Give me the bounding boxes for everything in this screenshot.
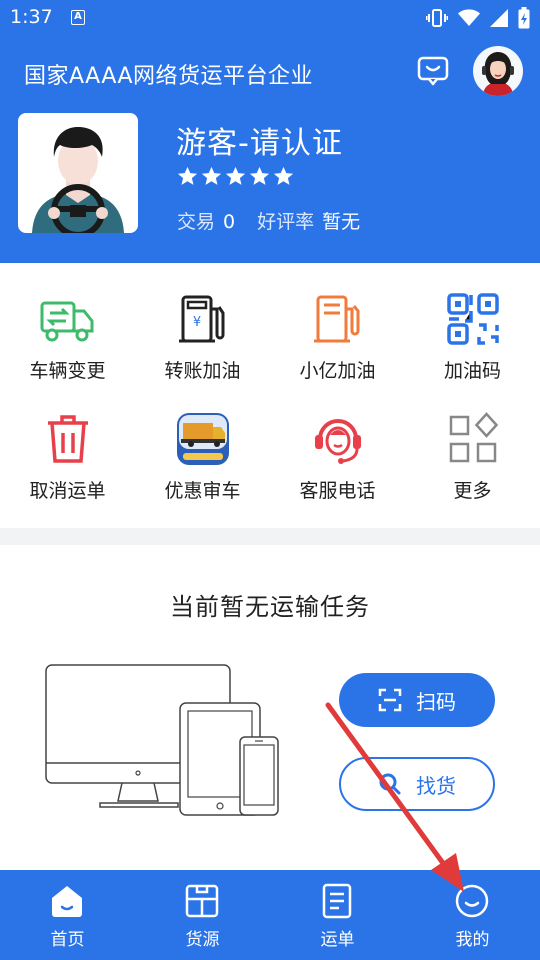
battery-charging-icon xyxy=(518,7,530,29)
nav-label: 货源 xyxy=(185,930,220,950)
grid-item-xiaoyi-fuel[interactable]: 小亿加油 xyxy=(270,263,405,383)
user-stats: 交易 0 好评率 暂无 xyxy=(177,207,360,234)
profile-header: 国家AAAA网络货运平台企业 游客-请认证 交易 0 好评率 暂无 xyxy=(0,36,540,263)
grid-label: 更多 xyxy=(453,480,492,502)
vibrate-icon xyxy=(426,9,448,27)
truck-inspection-icon xyxy=(177,413,229,465)
trash-icon xyxy=(48,415,88,463)
star-icon xyxy=(201,166,222,185)
search-icon xyxy=(379,773,401,795)
home-icon xyxy=(52,886,82,917)
fuel-pump-icon xyxy=(314,295,360,343)
function-grid: 车辆变更 ¥ 转账加油 小亿加油 加油码 取消运单 优惠审车 客服电话 更多 xyxy=(0,263,540,528)
grid-label: 加油码 xyxy=(443,360,501,382)
woman-avatar-icon xyxy=(482,52,514,96)
grid-item-customer-service[interactable]: 客服电话 xyxy=(270,383,405,503)
grid-label: 客服电话 xyxy=(299,480,376,502)
cargo-source-icon xyxy=(185,884,219,918)
grid-label: 转账加油 xyxy=(164,360,241,382)
nav-label: 我的 xyxy=(455,930,490,950)
nav-label: 运单 xyxy=(320,930,355,950)
driver-illustration-icon xyxy=(32,127,124,233)
nav-waybill[interactable]: 运单 xyxy=(270,870,405,960)
support-avatar[interactable] xyxy=(473,46,523,96)
a-notification-icon: A xyxy=(71,10,85,25)
task-panel: 当前暂无运输任务 扫码 找货 xyxy=(0,545,540,870)
grid-item-fuel-code[interactable]: 加油码 xyxy=(405,263,540,383)
fuel-pump-yuan-icon: ¥ xyxy=(179,295,225,343)
grid-label: 取消运单 xyxy=(29,480,106,502)
status-icons xyxy=(426,7,530,29)
rating-stars xyxy=(177,166,294,187)
scan-button[interactable]: 扫码 xyxy=(339,673,495,727)
scan-icon xyxy=(378,688,402,712)
trade-label: 交易 xyxy=(177,211,216,233)
grid-item-more[interactable]: 更多 xyxy=(405,383,540,503)
grid-item-vehicle-change[interactable]: 车辆变更 xyxy=(0,263,135,383)
status-bar: 1:37 A xyxy=(0,0,540,36)
message-button[interactable] xyxy=(416,54,450,88)
grid-label: 小亿加油 xyxy=(299,360,376,382)
chat-message-icon xyxy=(417,56,449,86)
star-icon xyxy=(273,166,294,185)
star-icon xyxy=(177,166,198,185)
grid-label: 车辆变更 xyxy=(29,360,106,382)
headset-agent-icon xyxy=(315,419,361,464)
app-title: 国家AAAA网络货运平台企业 xyxy=(24,64,314,89)
star-icon xyxy=(249,166,270,185)
more-apps-icon xyxy=(449,412,499,463)
empty-task-title: 当前暂无运输任务 xyxy=(170,593,370,621)
star-icon xyxy=(225,166,246,185)
waybill-icon xyxy=(322,883,352,919)
driver-avatar[interactable] xyxy=(18,113,138,233)
nav-home[interactable]: 首页 xyxy=(0,870,135,960)
find-label: 找货 xyxy=(416,773,456,798)
devices-illustration xyxy=(45,664,279,816)
find-cargo-button[interactable]: 找货 xyxy=(339,757,495,811)
rating-label: 好评率 xyxy=(257,211,315,233)
svg-text:¥: ¥ xyxy=(193,315,201,330)
nav-mine[interactable]: 我的 xyxy=(405,870,540,960)
nav-cargo-source[interactable]: 货源 xyxy=(135,870,270,960)
user-name[interactable]: 游客-请认证 xyxy=(176,118,343,162)
trade-value: 0 xyxy=(223,211,236,233)
truck-swap-icon xyxy=(40,301,94,342)
grid-item-cancel-waybill[interactable]: 取消运单 xyxy=(0,383,135,503)
profile-smile-icon xyxy=(455,884,489,918)
nav-label: 首页 xyxy=(50,930,85,950)
status-time: 1:37 xyxy=(10,6,53,28)
rating-value: 暂无 xyxy=(322,211,361,233)
grid-label: 优惠审车 xyxy=(164,480,241,502)
scan-label: 扫码 xyxy=(416,689,456,714)
grid-item-transfer-fuel[interactable]: ¥ 转账加油 xyxy=(135,263,270,383)
bottom-nav: 首页 货源 运单 我的 xyxy=(0,870,540,960)
wifi-icon xyxy=(458,9,480,26)
signal-icon xyxy=(490,9,508,27)
qr-code-icon xyxy=(447,293,499,345)
grid-item-discount-inspection[interactable]: 优惠审车 xyxy=(135,383,270,503)
